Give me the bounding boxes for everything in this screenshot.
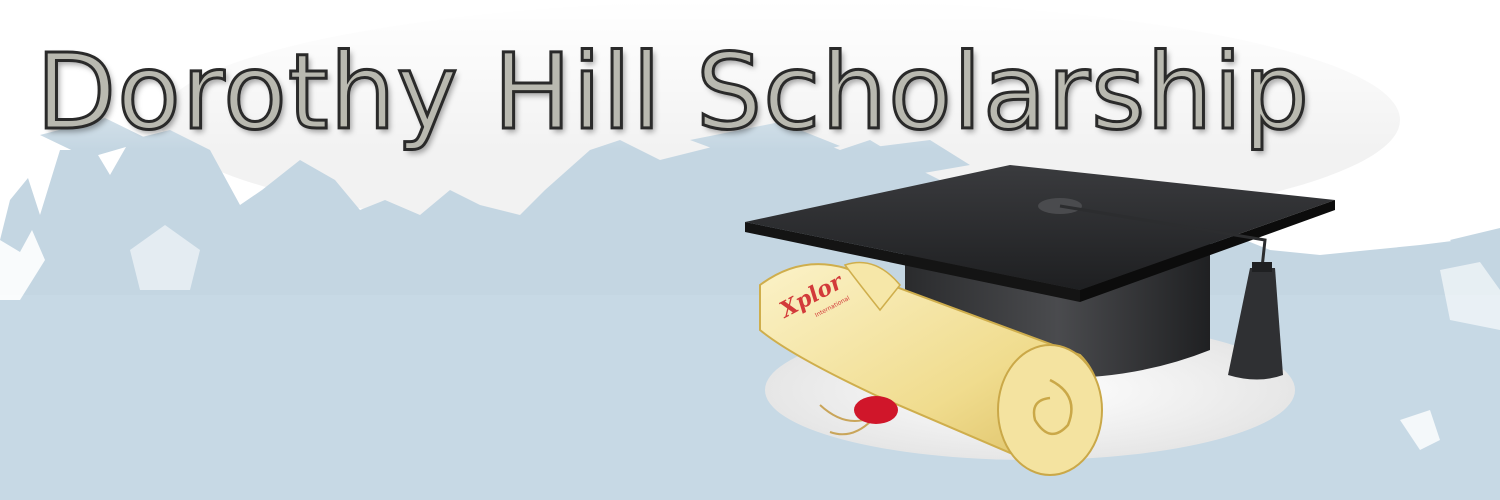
scholarship-banner: Dorothy Hill Scholarship Xplor Internati…: [0, 0, 1500, 500]
graduation-illustration: Xplor International: [745, 165, 1335, 476]
wax-seal-icon: [854, 396, 898, 424]
